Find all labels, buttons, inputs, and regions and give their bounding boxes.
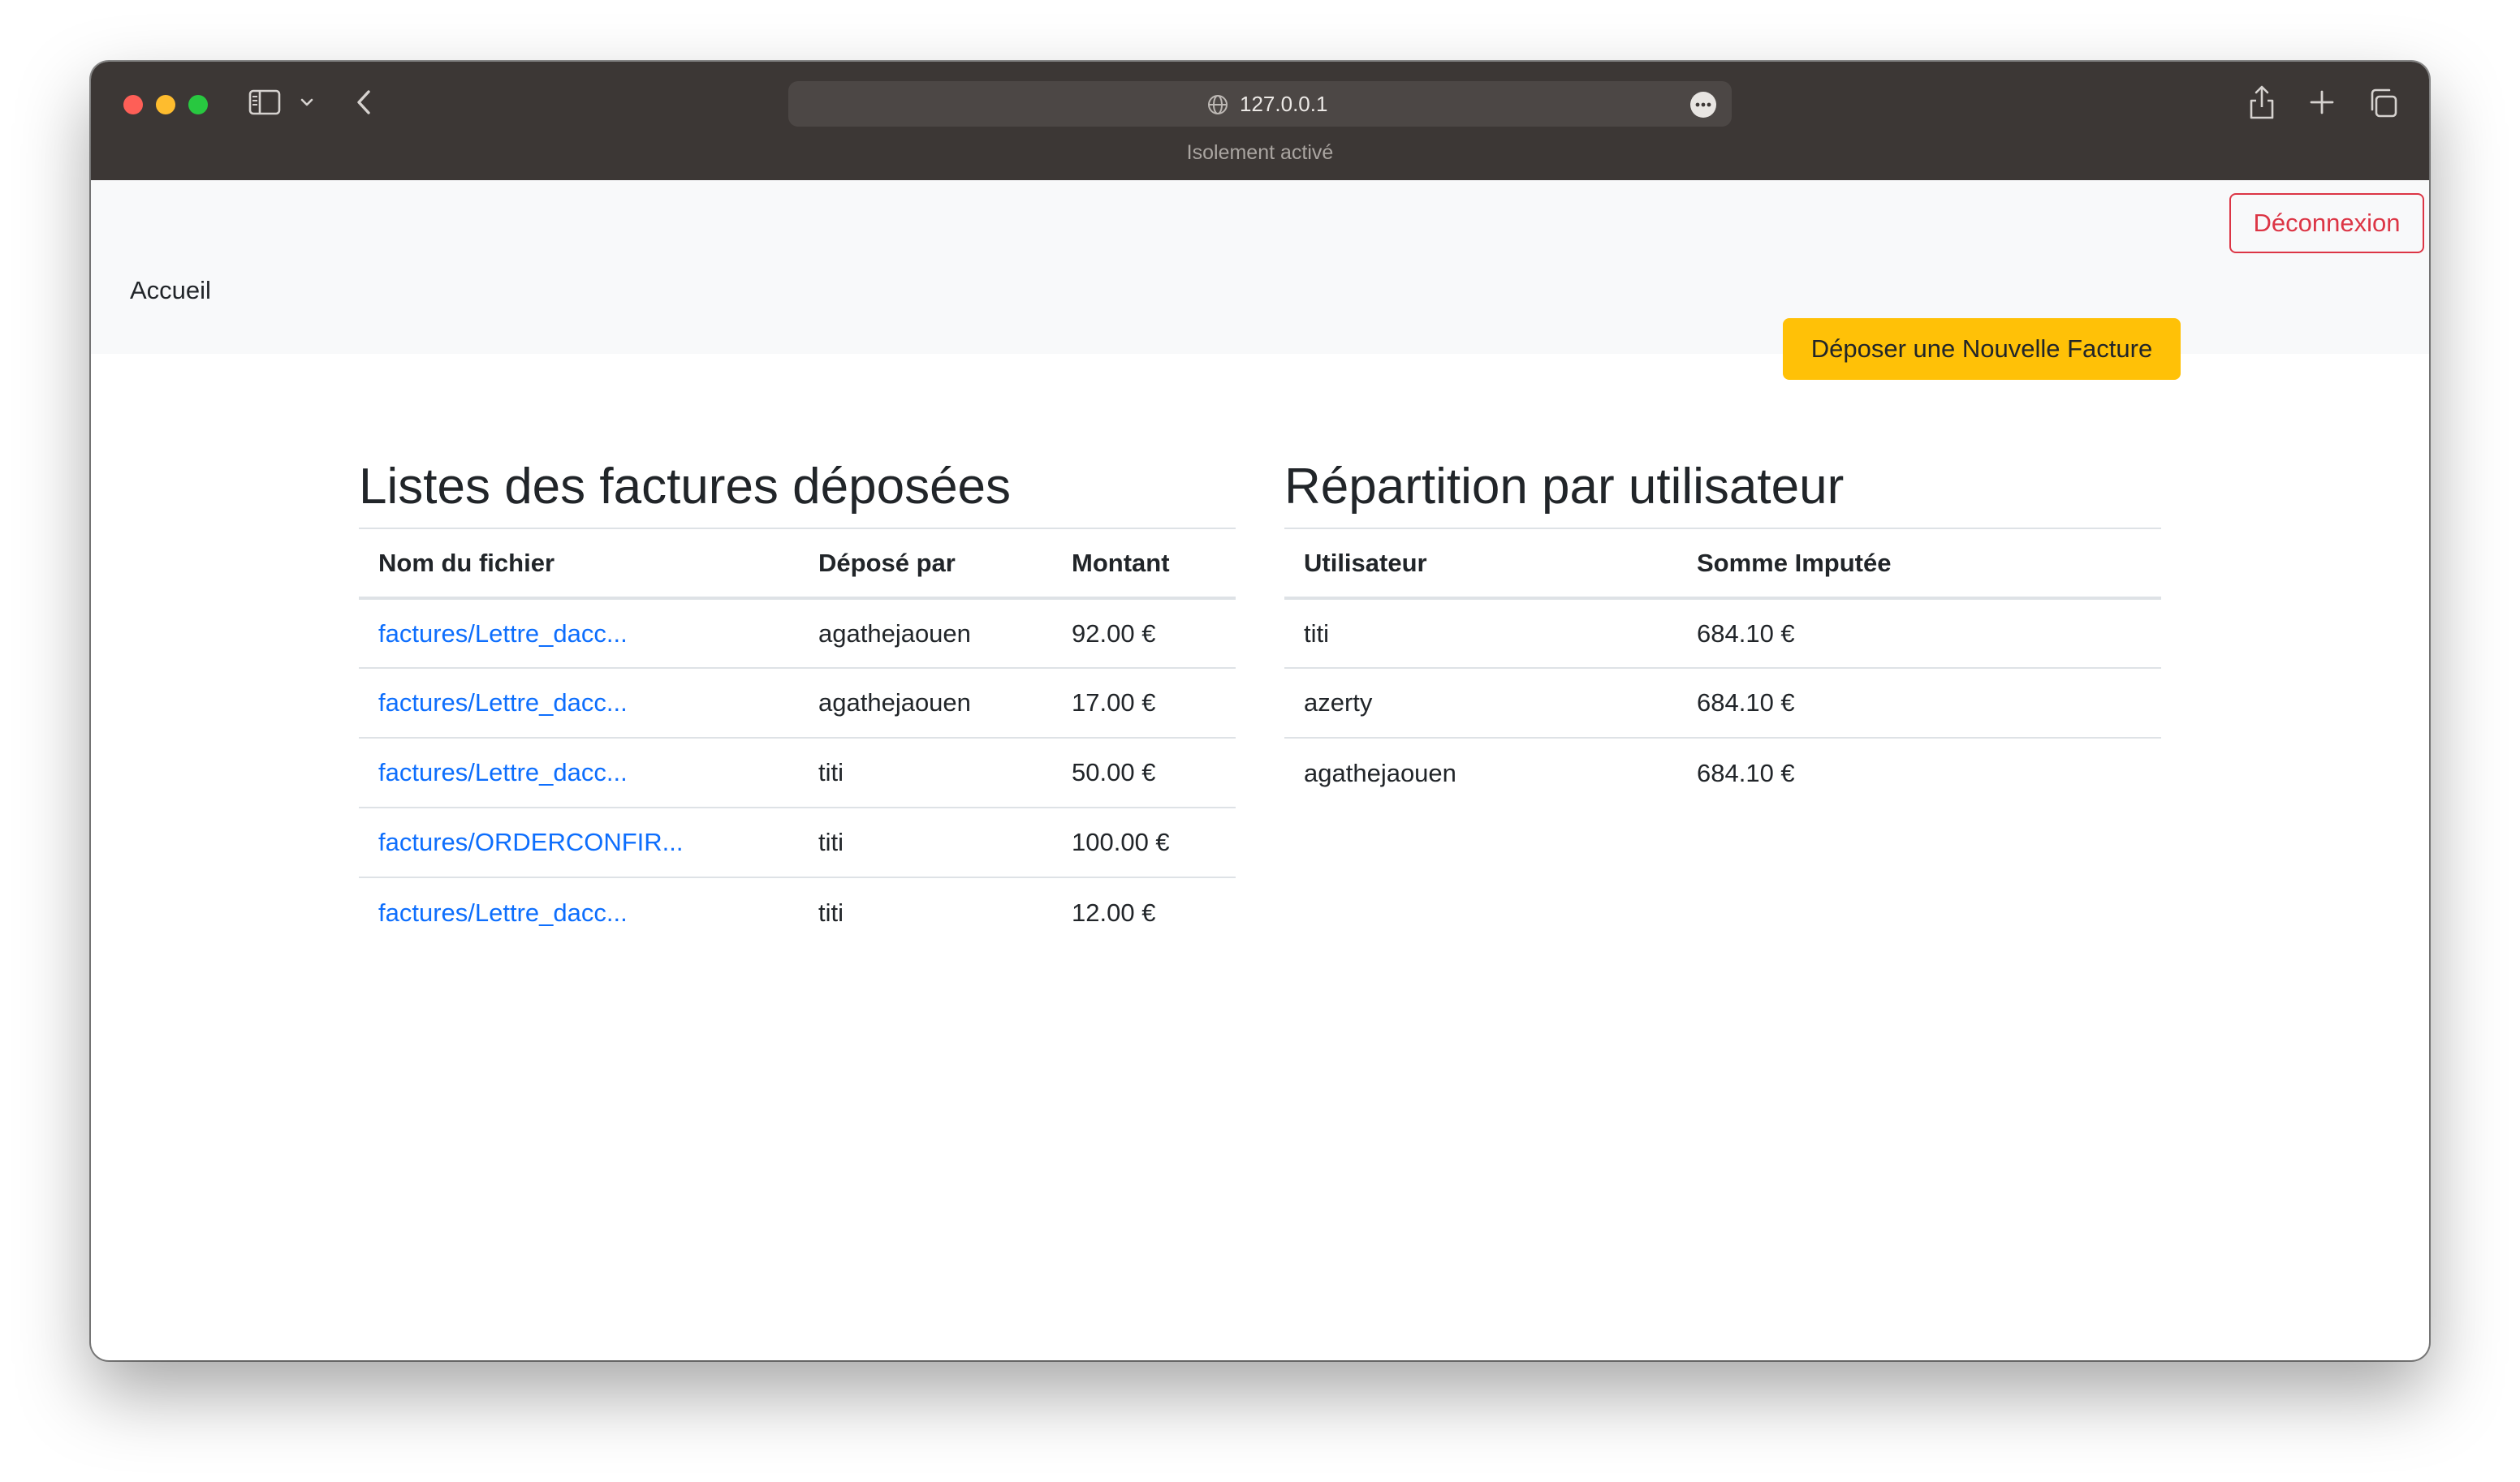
amount-cell: 100.00 € <box>1052 807 1236 877</box>
table-row: factures/Lettre_dacc... titi 12.00 € <box>359 877 1236 947</box>
sum-cell: 684.10 € <box>1677 667 2161 738</box>
tab-overview-icon[interactable] <box>2367 88 2398 118</box>
invoices-section: Listes des factures déposées Nom du fich… <box>359 456 1236 947</box>
share-icon[interactable] <box>2247 84 2276 120</box>
filename-cell: factures/Lettre_dacc... <box>359 737 799 808</box>
table-row: factures/Lettre_dacc... titi 50.00 € <box>359 737 1236 808</box>
column-header-user: Utilisateur <box>1284 528 1677 600</box>
sidebar-toggle-icon[interactable] <box>248 89 281 115</box>
table-row: agathejaouen 684.10 € <box>1284 737 2161 808</box>
url-text: 127.0.0.1 <box>1240 92 1328 116</box>
home-link[interactable]: Accueil <box>130 276 211 305</box>
more-options-icon[interactable] <box>1690 92 1716 118</box>
distribution-section: Répartition par utilisateur Utilisateur … <box>1284 456 2161 808</box>
distribution-title: Répartition par utilisateur <box>1284 459 1845 515</box>
invoices-title: Listes des factures déposées <box>359 459 1012 515</box>
table-row: factures/ORDERCONFIR... titi 100.00 € <box>359 807 1236 877</box>
distribution-table: Utilisateur Somme Imputée titi 684.10 € … <box>1284 528 2161 808</box>
column-header-deposited-by: Déposé par <box>799 528 1052 600</box>
minimize-window-button[interactable] <box>156 95 175 114</box>
filename-cell: factures/Lettre_dacc... <box>359 667 799 738</box>
filename-cell: factures/ORDERCONFIR... <box>359 807 799 877</box>
table-row: factures/Lettre_dacc... agathejaouen 92.… <box>359 598 1236 668</box>
zoom-window-button[interactable] <box>188 95 208 114</box>
deposited-by-cell: agathejaouen <box>799 667 1052 738</box>
table-row: factures/Lettre_dacc... agathejaouen 17.… <box>359 667 1236 738</box>
deposited-by-cell: agathejaouen <box>818 618 971 648</box>
invoices-header-row: Nom du fichier Déposé par Montant <box>359 528 1236 600</box>
table-row: titi 684.10 € <box>1284 598 2161 668</box>
user-cell: titi <box>1304 618 1329 648</box>
file-link[interactable]: factures/Lettre_dacc... <box>378 898 628 927</box>
file-link[interactable]: factures/ORDERCONFIR... <box>378 828 684 856</box>
amount-cell: 92.00 € <box>1072 618 1156 648</box>
distribution-header-row: Utilisateur Somme Imputée <box>1284 528 2161 600</box>
amount-cell: 17.00 € <box>1052 667 1236 738</box>
sum-cell: 684.10 € <box>1697 618 1795 648</box>
deposited-by-cell: titi <box>799 737 1052 808</box>
column-header-filename: Nom du fichier <box>359 528 799 600</box>
new-tab-icon[interactable] <box>2309 89 2335 115</box>
deposited-by-cell: titi <box>799 807 1052 877</box>
user-cell: agathejaouen <box>1284 737 1677 808</box>
amount-cell: 12.00 € <box>1052 877 1236 947</box>
user-cell: azerty <box>1284 667 1677 738</box>
column-header-amount: Montant <box>1052 528 1236 600</box>
amount-cell: 50.00 € <box>1052 737 1236 808</box>
new-invoice-button[interactable]: Déposer une Nouvelle Facture <box>1783 318 2181 380</box>
table-row: azerty 684.10 € <box>1284 667 2161 738</box>
deposited-by-cell: titi <box>799 877 1052 947</box>
file-link[interactable]: factures/Lettre_dacc... <box>378 619 628 648</box>
back-arrow-icon[interactable] <box>352 88 377 117</box>
file-link[interactable]: factures/Lettre_dacc... <box>378 758 628 786</box>
chevron-down-icon[interactable] <box>299 94 315 110</box>
logout-button[interactable]: Déconnexion <box>2229 193 2424 253</box>
column-header-sum: Somme Imputée <box>1677 528 2161 600</box>
browser-window: 127.0.0.1 Isolement activé Accueil Décon… <box>91 62 2429 1360</box>
globe-icon <box>1207 94 1228 115</box>
isolation-status: Isolement activé <box>1186 141 1334 164</box>
address-bar[interactable]: 127.0.0.1 <box>788 81 1732 127</box>
invoices-table: Nom du fichier Déposé par Montant factur… <box>359 528 1236 947</box>
filename-cell: factures/Lettre_dacc... <box>359 598 799 668</box>
close-window-button[interactable] <box>123 95 143 114</box>
browser-toolbar: 127.0.0.1 Isolement activé <box>91 62 2429 180</box>
filename-cell: factures/Lettre_dacc... <box>359 877 799 947</box>
sum-cell: 684.10 € <box>1677 737 2161 808</box>
file-link[interactable]: factures/Lettre_dacc... <box>378 688 628 717</box>
